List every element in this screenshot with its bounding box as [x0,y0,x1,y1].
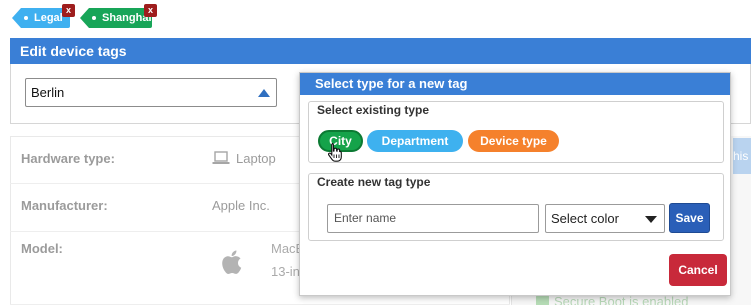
type-pill-department[interactable]: Department [367,130,463,152]
detail-value: Apple Inc. [212,198,270,213]
tag-value-text: Berlin [31,85,65,100]
detail-label: Manufacturer: [21,198,108,213]
laptop-icon [212,151,230,164]
tag-shanghai[interactable]: Shanghai [80,8,152,28]
apple-icon [222,250,242,274]
edit-tags-header: Edit device tags [10,38,751,64]
popup-title: Select type for a new tag [300,73,730,95]
caret-up-icon [258,89,270,97]
remove-tag-icon[interactable]: x [62,4,75,17]
check-icon [536,295,549,305]
side-action-button[interactable]: his [733,138,751,174]
type-pill-device-type[interactable]: Device type [468,130,559,152]
tag-label: Legal [34,12,63,24]
cancel-button[interactable]: Cancel [669,254,727,286]
detail-label: Hardware type: [21,151,115,166]
existing-type-title: Select existing type [317,103,430,117]
hand-cursor-icon [328,142,342,162]
create-type-group: Create new tag type Enter name Select co… [308,173,724,241]
color-select-text: Select color [551,211,619,226]
existing-type-group: Select existing type City Department Dev… [308,101,724,163]
create-type-title: Create new tag type [317,175,431,189]
detail-value: Laptop [236,151,276,166]
color-select[interactable]: Select color [545,204,665,233]
detail-label: Model: [21,241,63,256]
chevron-down-icon [645,216,657,223]
save-button[interactable]: Save [669,203,710,233]
remove-tag-icon[interactable]: x [144,4,157,17]
tag-value-select[interactable]: Berlin [25,78,277,107]
device-tag-editor: Legal x Shanghai x Edit device tags Berl… [0,0,751,305]
type-name-input[interactable]: Enter name [327,204,539,233]
new-tag-type-popup: Select type for a new tag Select existin… [299,72,731,296]
